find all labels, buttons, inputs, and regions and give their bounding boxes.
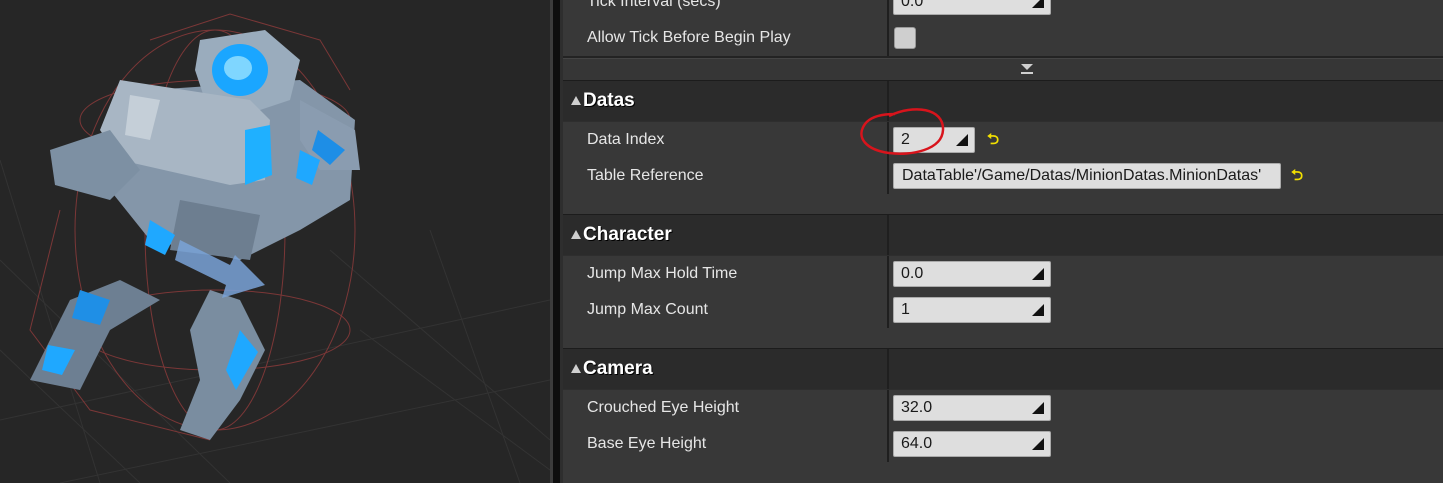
tick-interval-field[interactable]: 0.0 (893, 0, 1051, 15)
property-label: Tick Interval (secs) (587, 0, 721, 10)
property-row-allow-tick: Allow Tick Before Begin Play (563, 20, 1443, 56)
property-label: Base Eye Height (587, 435, 707, 452)
category-title: Datas (583, 90, 635, 111)
reset-to-default-icon[interactable]: ⮌ (1291, 165, 1303, 190)
property-label: Allow Tick Before Begin Play (587, 29, 791, 46)
field-value: 0.0 (901, 265, 924, 282)
field-value: 64.0 (901, 435, 933, 452)
panel-splitter[interactable] (550, 0, 560, 483)
reset-to-default-icon[interactable]: ⮌ (987, 129, 999, 154)
field-value: 32.0 (901, 399, 933, 416)
field-value: DataTable'/Game/Datas/MinionDatas.Minion… (902, 167, 1262, 184)
category-title: Character (583, 224, 672, 245)
drag-handle-icon[interactable] (1032, 268, 1044, 280)
table-reference-field[interactable]: DataTable'/Game/Datas/MinionDatas.Minion… (893, 163, 1281, 189)
property-label: Table Reference (587, 167, 704, 184)
drag-handle-icon[interactable] (1032, 0, 1044, 8)
advanced-expander[interactable] (563, 58, 1443, 81)
property-row-data-index: Data Index 2 ⮌ (563, 108, 1443, 158)
property-label: Data Index (587, 131, 665, 148)
category-character[interactable]: Character (563, 214, 1443, 255)
property-row-tick-interval: Tick Interval (secs) 0.0 (563, 0, 1443, 20)
collapse-arrow-icon[interactable] (571, 364, 581, 373)
property-label: Jump Max Count (587, 301, 708, 318)
property-row-table-reference: Table Reference DataTable'/Game/Datas/Mi… (563, 158, 1443, 194)
crouched-eye-height-field[interactable]: 32.0 (893, 395, 1051, 421)
category-title: Camera (583, 358, 653, 379)
property-row-crouched-eye-height: Crouched Eye Height 32.0 (563, 390, 1443, 426)
property-row-jump-max-hold-time: Jump Max Hold Time 0.0 (563, 256, 1443, 292)
base-eye-height-field[interactable]: 64.0 (893, 431, 1051, 457)
property-label: Jump Max Hold Time (587, 265, 738, 282)
property-row-jump-max-count: Jump Max Count 1 (563, 292, 1443, 328)
character-mesh (30, 30, 360, 440)
jump-max-count-field[interactable]: 1 (893, 297, 1051, 323)
collapse-arrow-icon[interactable] (571, 230, 581, 239)
details-panel: Tick Interval (secs) 0.0 Allow Tick Befo… (560, 0, 1443, 483)
category-datas[interactable]: Datas (563, 80, 1443, 121)
category-camera[interactable]: Camera (563, 348, 1443, 389)
field-value: 0.0 (901, 0, 924, 10)
jump-max-hold-time-field[interactable]: 0.0 (893, 261, 1051, 287)
drag-handle-icon[interactable] (1032, 438, 1044, 450)
property-label: Crouched Eye Height (587, 399, 740, 416)
level-viewport[interactable] (0, 0, 550, 483)
property-row-base-eye-height: Base Eye Height 64.0 (563, 426, 1443, 462)
allow-tick-checkbox[interactable] (894, 27, 916, 49)
chevron-down-icon (1021, 64, 1033, 74)
drag-handle-icon[interactable] (1032, 402, 1044, 414)
drag-handle-icon[interactable] (1032, 304, 1044, 316)
collapse-arrow-icon[interactable] (571, 96, 581, 105)
viewport-scene (0, 13, 550, 483)
field-value: 1 (901, 301, 910, 318)
